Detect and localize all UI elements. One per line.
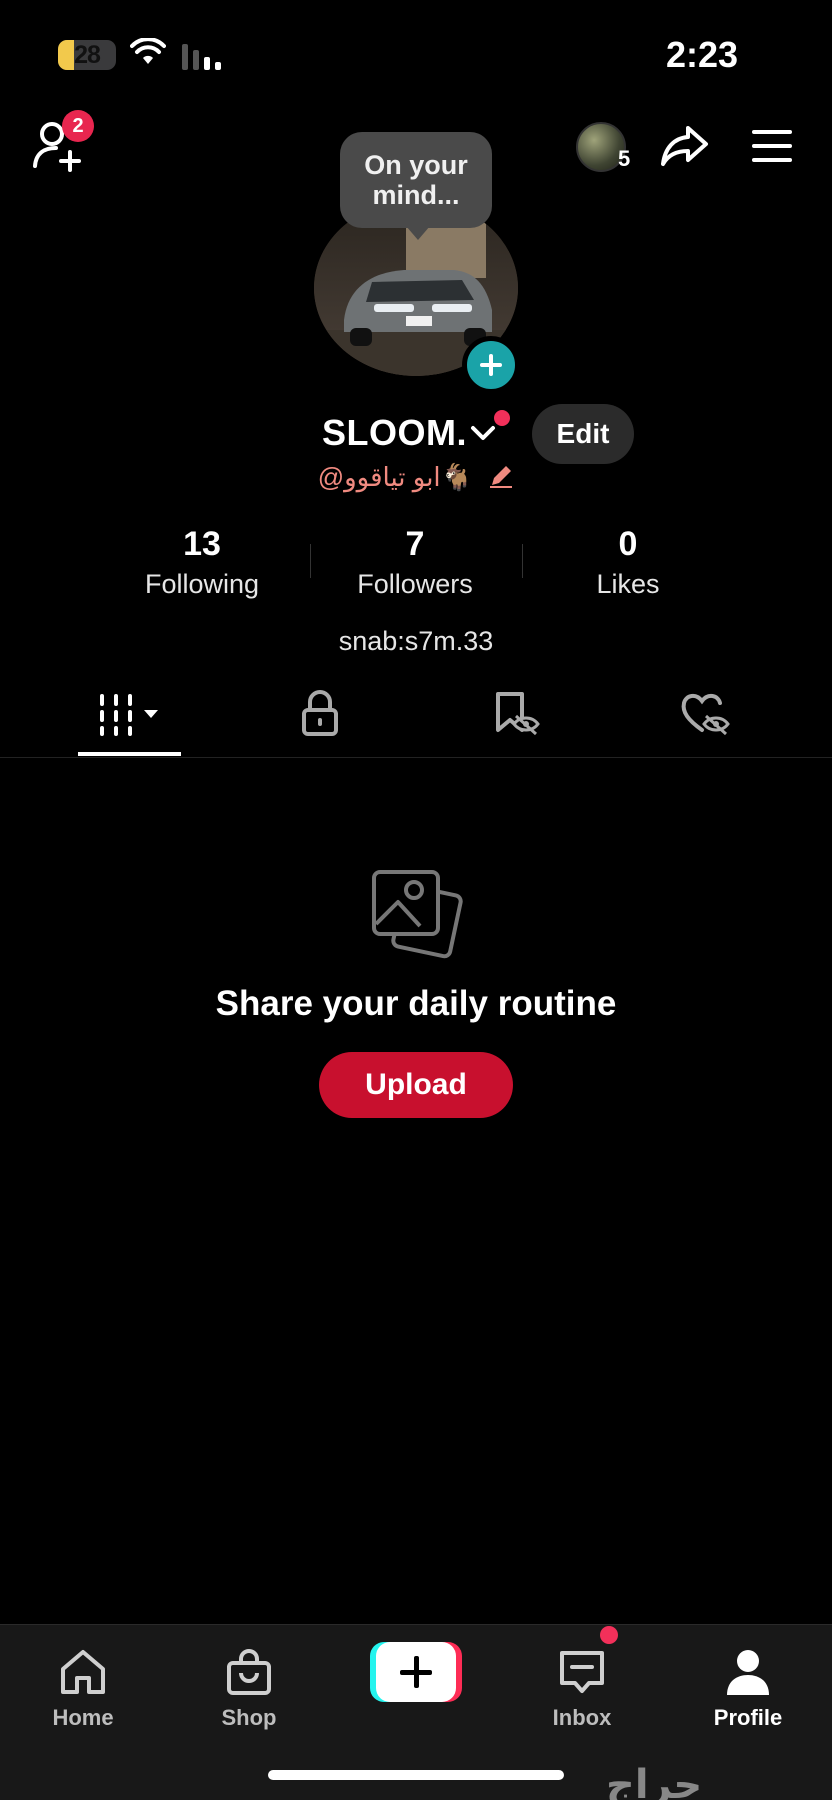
add-story-button[interactable]: [462, 336, 520, 394]
upload-button[interactable]: Upload: [319, 1052, 513, 1118]
inbox-notification-dot: [600, 1626, 618, 1644]
following-label: Following: [144, 569, 260, 599]
followers-label: Followers: [357, 569, 473, 599]
photo-gallery-icon: [372, 870, 463, 959]
edit-profile-button[interactable]: Edit: [532, 404, 634, 464]
likes-count: 0: [618, 525, 638, 563]
status-bar: 28 2:23: [0, 0, 832, 100]
friend-request-badge: 2: [62, 110, 94, 142]
chevron-down-icon[interactable]: [470, 424, 496, 442]
lock-icon: [302, 690, 338, 736]
nav-home[interactable]: Home: [18, 1639, 148, 1739]
nav-shop-label: Shop: [221, 1705, 277, 1730]
nav-inbox-label: Inbox: [552, 1705, 612, 1730]
share-icon: [661, 126, 708, 166]
heart-hidden-icon: [681, 694, 730, 736]
battery-icon: 28: [58, 40, 116, 70]
nav-profile-label: Profile: [713, 1705, 783, 1730]
content-tabs: [0, 680, 832, 758]
tab-liked[interactable]: [680, 690, 730, 746]
stat-following[interactable]: 13 Following: [102, 522, 302, 602]
likes-label: Likes: [596, 569, 660, 599]
stat-divider: [522, 544, 523, 578]
nav-inbox[interactable]: Inbox: [517, 1639, 647, 1739]
wifi-icon: [130, 38, 166, 64]
tooltip-text: On your mind...: [364, 150, 468, 210]
nav-profile[interactable]: Profile: [683, 1639, 813, 1739]
stat-divider: [310, 544, 311, 578]
username[interactable]: SLOOM.: [322, 412, 467, 454]
profile-stats: 13 Following 7 Followers 0 Likes: [0, 522, 832, 602]
tab-saved[interactable]: [492, 690, 540, 746]
user-handle: @ابو تياقوو🐐: [317, 462, 474, 492]
home-indicator[interactable]: [268, 1770, 564, 1780]
stat-followers[interactable]: 7 Followers: [315, 522, 515, 602]
notification-dot: [494, 410, 510, 426]
tab-videos[interactable]: [96, 690, 166, 746]
battery-level: 28: [74, 41, 101, 69]
nav-home-label: Home: [52, 1705, 114, 1730]
following-count: 13: [183, 525, 221, 563]
videos-grid-icon: [100, 694, 158, 736]
home-icon: [61, 1650, 105, 1694]
inbox-icon: [560, 1651, 604, 1693]
profile-icon: [727, 1650, 769, 1695]
hamburger-icon: [752, 130, 792, 162]
stat-likes[interactable]: 0 Likes: [528, 522, 728, 602]
account-count: 5: [618, 146, 631, 171]
bio-text: snab:s7m.33: [338, 626, 494, 656]
on-your-mind-tooltip[interactable]: On your mind...: [340, 132, 492, 240]
handle-row[interactable]: @ابو تياقوو🐐: [0, 462, 832, 493]
shopping-bag-icon: [227, 1649, 271, 1695]
nav-shop[interactable]: Shop: [184, 1639, 314, 1739]
signal-icon: [182, 44, 221, 70]
menu-button[interactable]: [750, 128, 794, 169]
tab-private[interactable]: [300, 690, 340, 746]
share-profile-button[interactable]: [660, 124, 710, 173]
clock: 2:23: [665, 34, 738, 75]
watermark: حراج: [606, 1763, 703, 1800]
create-post-button[interactable]: [370, 1642, 462, 1702]
pencil-icon: [490, 466, 513, 488]
empty-state-title: Share your daily routine: [215, 984, 617, 1023]
followers-count: 7: [405, 525, 425, 563]
active-tab-indicator: [78, 752, 181, 756]
bookmark-hidden-icon: [496, 692, 540, 736]
